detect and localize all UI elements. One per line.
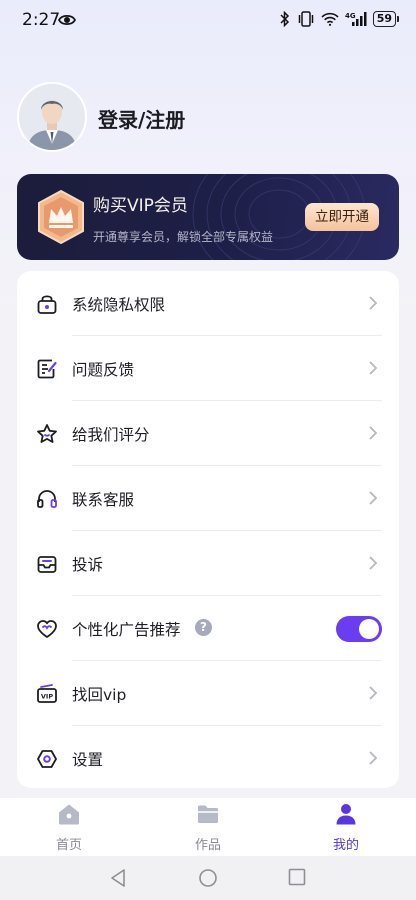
login-register-link[interactable]: 登录/注册	[98, 104, 185, 133]
menu-item-label: 系统隐私权限	[72, 296, 166, 314]
menu-item-privacy-permissions[interactable]: 系统隐私权限	[17, 271, 399, 335]
menu-item-feedback[interactable]: 问题反馈	[17, 336, 399, 400]
folder-icon	[198, 805, 218, 823]
star-icon	[37, 424, 57, 443]
status-bar: 2:27 4G 59	[0, 0, 416, 40]
heart-icon	[37, 620, 57, 638]
signal-icon: 4G	[345, 12, 367, 26]
tab-label: 首页	[55, 838, 82, 853]
menu-item-label: 找回vip	[72, 686, 127, 704]
tab-home[interactable]: 首页	[29, 798, 109, 856]
chevron-right-icon	[369, 751, 377, 765]
lock-icon	[37, 295, 57, 314]
menu-item-recover-vip[interactable]: VIP 找回vip	[17, 661, 399, 725]
battery-icon: 59	[372, 11, 400, 27]
tab-works[interactable]: 作品	[168, 798, 248, 856]
menu-item-rate-us[interactable]: 给我们评分	[17, 401, 399, 465]
user-avatar-icon	[19, 84, 85, 150]
menu-item-label: 给我们评分	[72, 426, 150, 444]
home-circle-icon[interactable]	[198, 868, 218, 888]
chevron-right-icon	[369, 426, 377, 440]
vibrate-icon	[298, 11, 313, 27]
chevron-right-icon	[369, 491, 377, 505]
menu-item-label: 设置	[72, 751, 104, 769]
person-icon	[336, 804, 356, 825]
menu-item-complaint[interactable]: 投诉	[17, 531, 399, 595]
menu-item-customer-service[interactable]: 联系客服	[17, 466, 399, 530]
ads-toggle[interactable]	[336, 616, 382, 642]
menu-item-label: 投诉	[72, 556, 104, 574]
menu-item-label: 问题反馈	[72, 361, 135, 379]
toggle-knob	[359, 619, 379, 639]
wifi-icon	[321, 12, 339, 26]
chevron-right-icon	[369, 556, 377, 570]
mailbox-icon	[37, 556, 57, 573]
menu-item-label: 联系客服	[72, 491, 135, 509]
menu-item-settings[interactable]: 设置	[17, 726, 399, 790]
back-icon[interactable]	[109, 868, 127, 888]
chevron-right-icon	[369, 686, 377, 700]
tab-label: 我的	[332, 838, 359, 853]
eye-icon	[58, 14, 76, 26]
vip-card-text: VIP	[41, 693, 53, 701]
settings-menu: 系统隐私权限 问题反馈 给我们评分 联系客服 投诉 个性化广告推荐 ? VIP …	[17, 271, 399, 788]
chevron-right-icon	[369, 361, 377, 375]
edit-note-icon	[37, 359, 57, 379]
tab-label: 作品	[194, 838, 221, 853]
vip-title: 购买VIP会员	[93, 196, 188, 216]
status-time: 2:27	[22, 10, 61, 30]
menu-item-personalized-ads: 个性化广告推荐 ?	[17, 596, 399, 660]
menu-item-label: 个性化广告推荐	[72, 621, 181, 639]
crown-badge-icon	[38, 189, 84, 245]
bottom-nav: 首页 作品 我的	[0, 798, 416, 856]
home-icon	[59, 804, 79, 825]
chevron-right-icon	[369, 296, 377, 310]
headphones-icon	[37, 490, 57, 508]
bluetooth-icon	[280, 11, 289, 27]
settings-hexagon-icon	[37, 750, 57, 768]
vip-subtitle: 开通尊享会员，解锁全部专属权益	[93, 230, 274, 244]
vip-card-icon: VIP	[37, 684, 57, 703]
recents-icon[interactable]	[288, 868, 306, 886]
network-type: 4G	[345, 12, 356, 20]
vip-banner[interactable]: 购买VIP会员 开通尊享会员，解锁全部专属权益 立即开通	[17, 174, 399, 260]
avatar[interactable]	[17, 82, 87, 152]
tab-mine[interactable]: 我的	[306, 798, 386, 856]
vip-open-button[interactable]: 立即开通	[305, 203, 379, 231]
help-icon[interactable]: ?	[195, 619, 212, 636]
system-navigation-bar	[0, 856, 416, 900]
